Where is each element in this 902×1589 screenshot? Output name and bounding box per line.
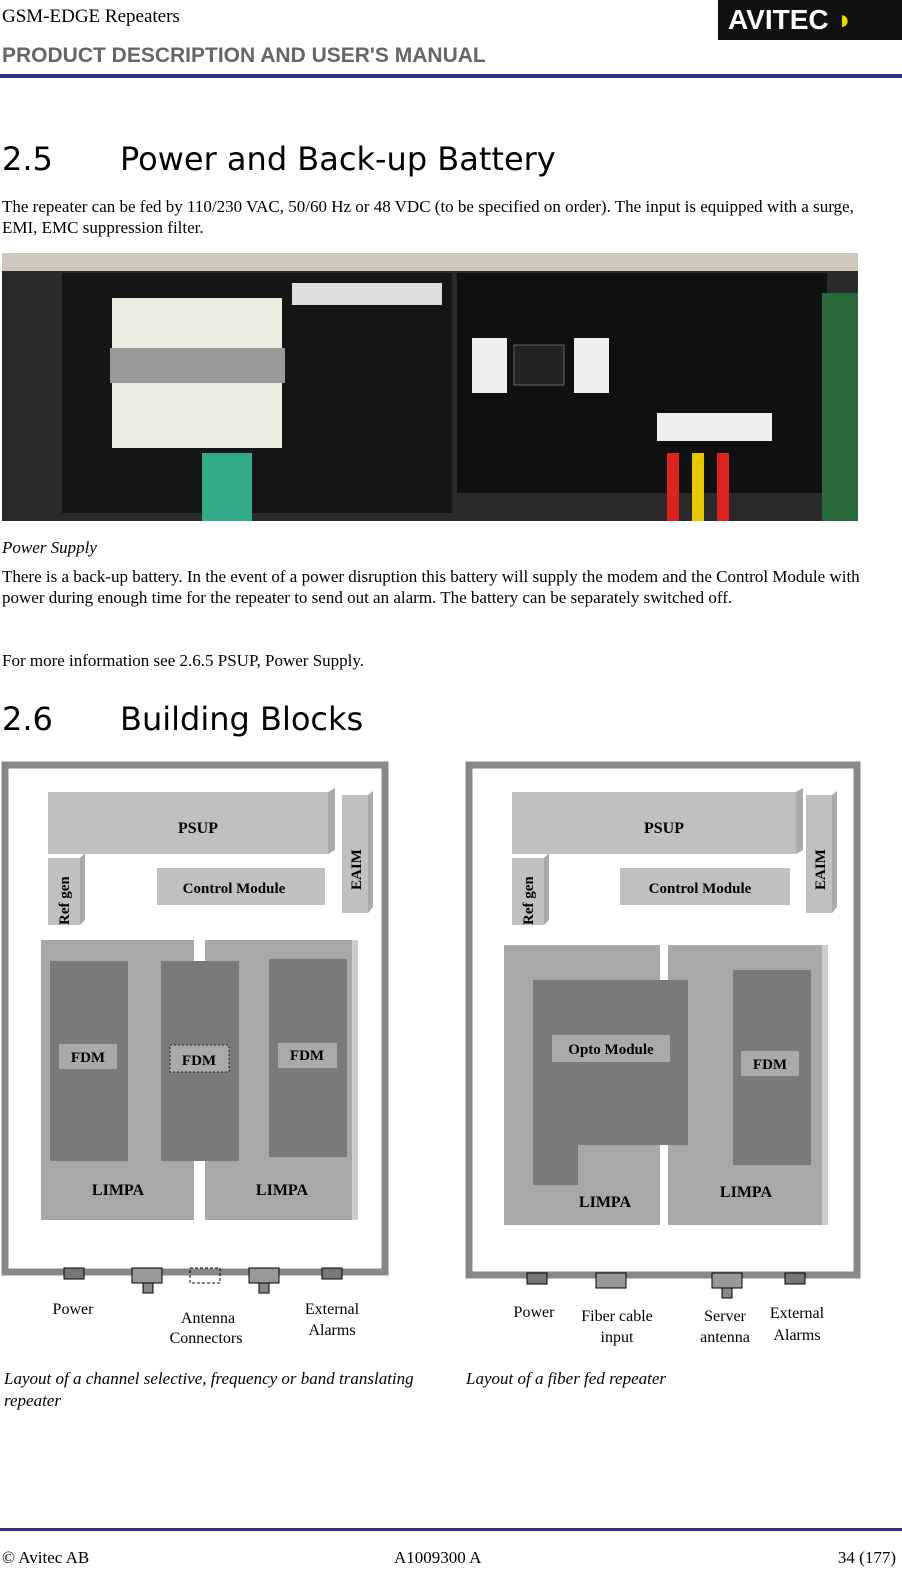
power-supply-photo bbox=[2, 253, 858, 521]
limpa-label-1: LIMPA bbox=[579, 1194, 632, 1211]
ref-gen-label: Ref gen bbox=[521, 876, 537, 925]
server-label-1: Server bbox=[704, 1308, 746, 1325]
header-doc-type: GSM-EDGE Repeaters bbox=[2, 6, 180, 27]
antenna-label-2: Connectors bbox=[170, 1330, 243, 1347]
fdm-label: FDM bbox=[753, 1057, 787, 1073]
eaim-label: EAIM bbox=[813, 849, 829, 890]
ref-gen-label: Ref gen bbox=[57, 876, 73, 925]
limpa-label-2: LIMPA bbox=[256, 1182, 309, 1199]
power-label: Power bbox=[53, 1301, 95, 1318]
antenna-label-1: Antenna bbox=[181, 1310, 235, 1327]
fdm-label-3: FDM bbox=[290, 1048, 324, 1064]
control-module-label: Control Module bbox=[649, 881, 752, 897]
eaim-label: EAIM bbox=[349, 849, 365, 890]
psup-label: PSUP bbox=[644, 820, 684, 837]
footer-doc-number: A1009300 A bbox=[394, 1548, 482, 1567]
limpa-label-2: LIMPA bbox=[720, 1184, 773, 1201]
fdm-label-2: FDM bbox=[182, 1053, 216, 1069]
battery-paragraph: There is a back-up battery. In the event… bbox=[2, 567, 860, 607]
right-diagram-caption: Layout of a fiber fed repeater bbox=[466, 1369, 667, 1388]
footer-rule bbox=[0, 1528, 902, 1531]
psup-label: PSUP bbox=[178, 820, 218, 837]
fiber-label-1: Fiber cable bbox=[581, 1308, 653, 1325]
more-info-paragraph: For more information see 2.6.5 PSUP, Pow… bbox=[2, 651, 365, 670]
channel-selective-layout-diagram: PSUP Ref gen Control Module EAIM FDM FDM… bbox=[1, 761, 389, 1347]
opto-module-label: Opto Module bbox=[568, 1042, 654, 1058]
limpa-label-1: LIMPA bbox=[92, 1182, 145, 1199]
external-label-1: External bbox=[305, 1301, 360, 1318]
intro-paragraph: The repeater can be fed by 110/230 VAC, … bbox=[2, 197, 854, 237]
external-label-1: External bbox=[770, 1305, 825, 1322]
header-rule bbox=[0, 74, 902, 78]
control-module-label: Control Module bbox=[183, 881, 286, 897]
left-diagram-caption: Layout of a channel selective, frequency… bbox=[4, 1369, 414, 1410]
section-heading-2-5: 2.5 Power and Back-up Battery bbox=[2, 140, 556, 178]
photo-caption: Power Supply bbox=[2, 538, 97, 557]
fiber-fed-layout-diagram: PSUP Ref gen Control Module EAIM Opto Mo… bbox=[465, 761, 861, 1346]
fiber-label-2: input bbox=[601, 1329, 634, 1346]
avitec-logo: AVITEC ◗ bbox=[718, 0, 902, 40]
footer-company: © Avitec AB bbox=[2, 1548, 90, 1567]
document-page: GSM-EDGE Repeaters PRODUCT DESCRIPTION A… bbox=[0, 0, 902, 1589]
external-label-2: Alarms bbox=[773, 1327, 820, 1344]
header-manual-title: PRODUCT DESCRIPTION AND USER'S MANUAL bbox=[2, 44, 486, 67]
section-heading-2-6: 2.6 Building Blocks bbox=[2, 700, 364, 738]
server-label-2: antenna bbox=[700, 1329, 750, 1346]
power-label: Power bbox=[514, 1304, 556, 1321]
fdm-label-1: FDM bbox=[71, 1050, 105, 1066]
external-label-2: Alarms bbox=[308, 1322, 355, 1339]
footer-page-number: 34 (177) bbox=[837, 1548, 896, 1567]
